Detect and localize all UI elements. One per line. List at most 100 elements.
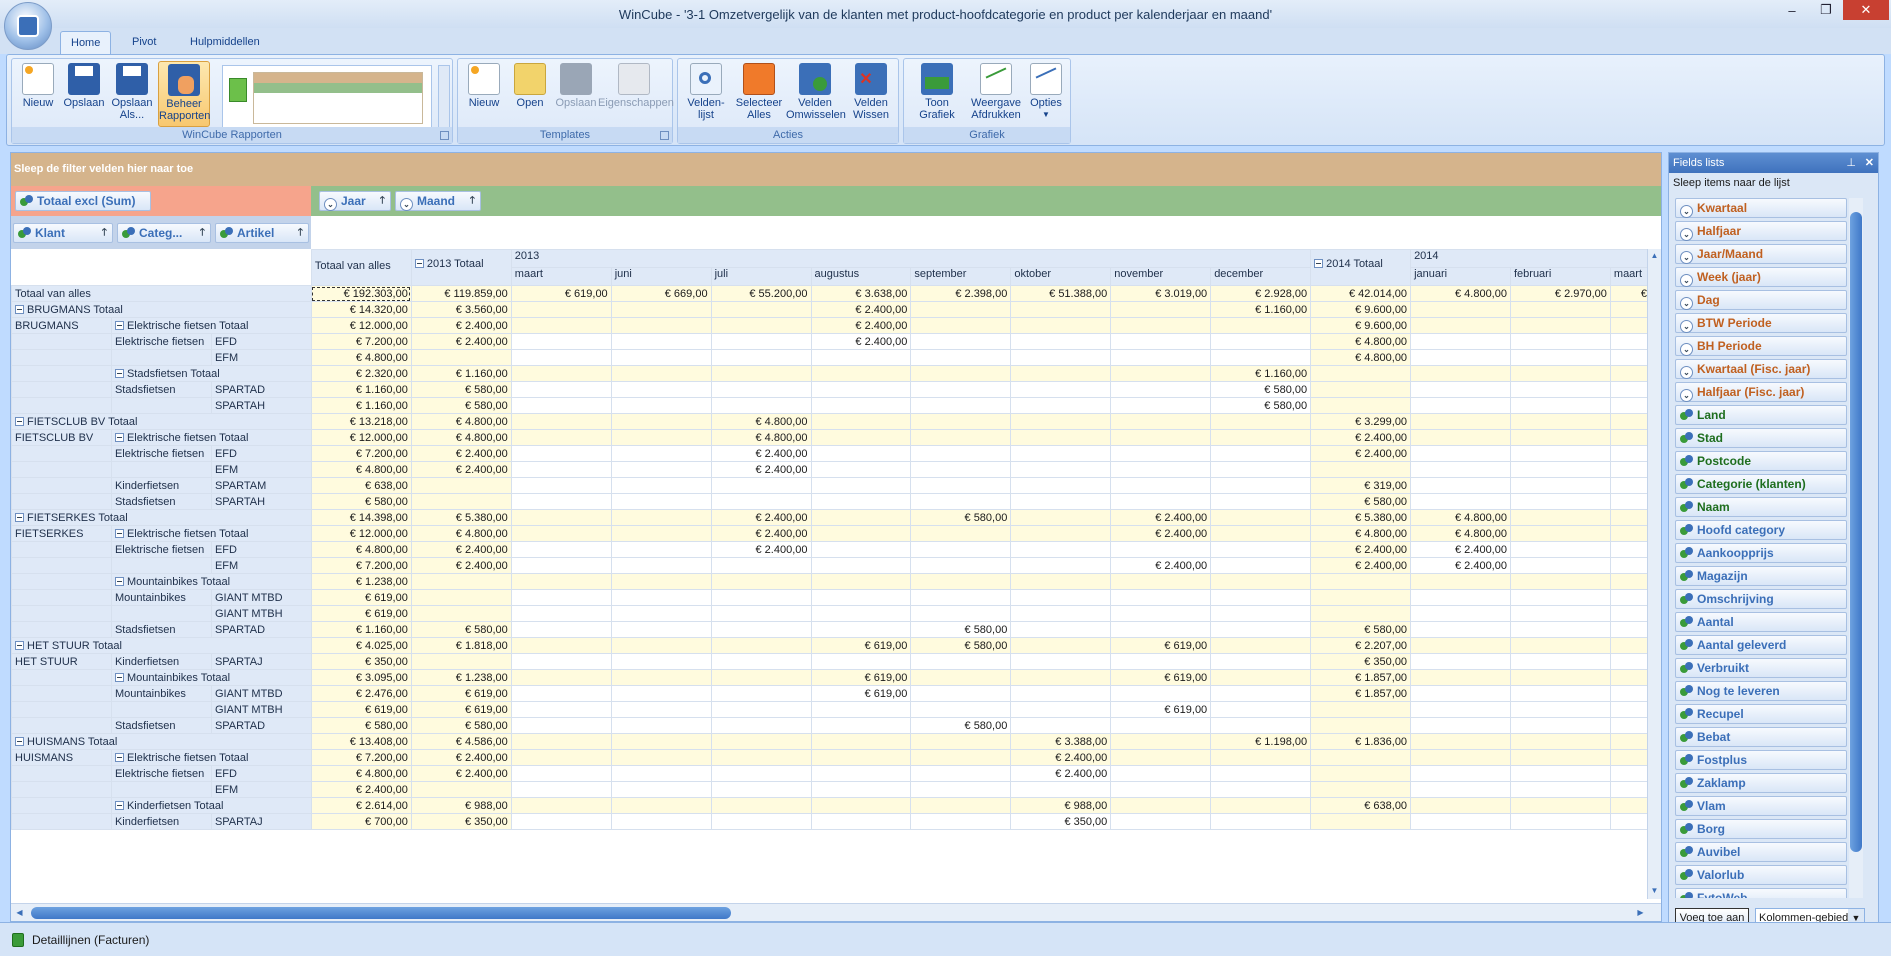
value-cell[interactable] bbox=[1210, 813, 1312, 830]
year-2014-total-header[interactable]: 2014 Totaal bbox=[1310, 249, 1412, 286]
value-cell[interactable] bbox=[1010, 333, 1112, 350]
value-cell[interactable] bbox=[1410, 429, 1511, 446]
value-cell[interactable]: € 1.238,00 bbox=[310, 573, 412, 590]
field-item[interactable]: Valorlub bbox=[1675, 865, 1847, 885]
value-cell[interactable] bbox=[410, 589, 512, 606]
value-cell[interactable] bbox=[510, 781, 612, 798]
value-cell[interactable]: € 2.398,00 bbox=[910, 285, 1012, 302]
value-cell[interactable] bbox=[1509, 653, 1611, 670]
value-cell[interactable]: € 619,00 bbox=[310, 605, 412, 622]
value-cell[interactable] bbox=[510, 685, 612, 702]
value-cell[interactable] bbox=[1609, 813, 1651, 830]
value-cell[interactable] bbox=[710, 813, 812, 830]
value-cell[interactable] bbox=[1509, 509, 1611, 526]
value-cell[interactable] bbox=[1010, 717, 1112, 734]
value-cell[interactable] bbox=[710, 493, 812, 510]
value-cell[interactable]: € 13.408,00 bbox=[310, 733, 412, 750]
value-cell[interactable]: € 7.200,00 bbox=[310, 749, 412, 766]
value-cell[interactable]: € 319,00 bbox=[1310, 477, 1412, 494]
value-cell[interactable]: € 42.014,00 bbox=[1310, 285, 1412, 302]
grid-vertical-scrollbar[interactable]: ▲ ▼ bbox=[1647, 249, 1661, 899]
value-cell[interactable] bbox=[510, 637, 612, 654]
value-cell[interactable]: € 1.836,00 bbox=[1310, 733, 1412, 750]
value-cell[interactable]: € 2.400,00 bbox=[710, 509, 812, 526]
template-opslaan-button[interactable]: Opslaan bbox=[552, 61, 600, 127]
field-item[interactable]: Vlam bbox=[1675, 796, 1847, 816]
field-item[interactable]: Aantal bbox=[1675, 612, 1847, 632]
value-cell[interactable] bbox=[910, 397, 1012, 414]
value-cell[interactable]: € 4.800,00 bbox=[410, 429, 512, 446]
value-cell[interactable] bbox=[1010, 781, 1112, 798]
value-cell[interactable]: € 2.400,00 bbox=[810, 301, 912, 318]
value-cell[interactable] bbox=[510, 477, 612, 494]
value-cell[interactable]: € 1.160,00 bbox=[1210, 301, 1312, 318]
value-cell[interactable] bbox=[1010, 557, 1112, 574]
value-cell[interactable] bbox=[1609, 397, 1651, 414]
value-cell[interactable]: € 2.400,00 bbox=[1410, 557, 1511, 574]
value-cell[interactable] bbox=[710, 589, 812, 606]
value-cell[interactable] bbox=[510, 317, 612, 334]
value-cell[interactable] bbox=[510, 509, 612, 526]
row-header-customer-total[interactable]: FIETSCLUB BV Totaal bbox=[11, 413, 312, 430]
value-cell[interactable] bbox=[610, 349, 712, 366]
value-cell[interactable] bbox=[510, 429, 612, 446]
value-cell[interactable] bbox=[1210, 477, 1312, 494]
velden-wissen-button[interactable]: ✕ Velden Wissen bbox=[846, 61, 896, 127]
column-field-zone[interactable]: ⌄ Jaar 🡑 ⌄ Maand 🡑 bbox=[311, 186, 1661, 216]
value-cell[interactable] bbox=[1310, 605, 1412, 622]
value-cell[interactable] bbox=[1310, 461, 1412, 478]
value-cell[interactable]: € 2.400,00 bbox=[1410, 541, 1511, 558]
value-cell[interactable]: € 580,00 bbox=[410, 397, 512, 414]
value-cell[interactable] bbox=[1609, 413, 1651, 430]
value-cell[interactable] bbox=[1509, 413, 1611, 430]
value-cell[interactable]: € 2.476,00 bbox=[310, 685, 412, 702]
value-cell[interactable] bbox=[1210, 605, 1312, 622]
value-cell[interactable] bbox=[710, 781, 812, 798]
value-cell[interactable]: € 2.614,00 bbox=[310, 797, 412, 814]
value-cell[interactable]: € 350,00 bbox=[310, 653, 412, 670]
value-cell[interactable] bbox=[1210, 717, 1312, 734]
value-cell[interactable] bbox=[1410, 685, 1511, 702]
value-cell[interactable] bbox=[1010, 685, 1112, 702]
value-cell[interactable] bbox=[710, 605, 812, 622]
value-cell[interactable] bbox=[1509, 621, 1611, 638]
value-cell[interactable] bbox=[610, 797, 712, 814]
value-cell[interactable] bbox=[1010, 301, 1112, 318]
value-cell[interactable] bbox=[1010, 317, 1112, 334]
weergave-afdrukken-button[interactable]: Weergave Afdrukken bbox=[970, 61, 1022, 127]
value-cell[interactable] bbox=[710, 717, 812, 734]
value-cell[interactable] bbox=[1509, 429, 1611, 446]
value-cell[interactable] bbox=[910, 445, 1012, 462]
value-cell[interactable] bbox=[710, 301, 812, 318]
value-cell[interactable] bbox=[810, 557, 912, 574]
value-cell[interactable]: € 2.400,00 bbox=[310, 781, 412, 798]
value-cell[interactable] bbox=[1110, 589, 1212, 606]
value-cell[interactable] bbox=[1010, 605, 1112, 622]
opslaan-button[interactable]: Opslaan bbox=[60, 61, 108, 127]
value-cell[interactable]: € 4.800,00 bbox=[310, 765, 412, 782]
value-cell[interactable]: € 638,00 bbox=[310, 477, 412, 494]
value-cell[interactable]: € 1.238,00 bbox=[410, 669, 512, 686]
value-cell[interactable] bbox=[810, 413, 912, 430]
value-cell[interactable]: € 1.160,00 bbox=[310, 621, 412, 638]
value-cell[interactable] bbox=[610, 813, 712, 830]
value-cell[interactable]: € 2.400,00 bbox=[410, 557, 512, 574]
value-cell[interactable] bbox=[710, 333, 812, 350]
value-cell[interactable] bbox=[1609, 445, 1651, 462]
row-field-categorie[interactable]: Categ... 🡑 bbox=[117, 223, 211, 243]
value-cell[interactable] bbox=[1210, 797, 1312, 814]
value-cell[interactable]: € 2.400,00 bbox=[810, 333, 912, 350]
value-cell[interactable]: € 619,00 bbox=[810, 669, 912, 686]
value-cell[interactable] bbox=[610, 701, 712, 718]
value-cell[interactable] bbox=[510, 605, 612, 622]
value-cell[interactable] bbox=[610, 749, 712, 766]
value-cell[interactable] bbox=[1010, 653, 1112, 670]
value-cell[interactable]: € 619,00 bbox=[1110, 701, 1212, 718]
value-cell[interactable] bbox=[1509, 685, 1611, 702]
value-cell[interactable]: € 1.857,00 bbox=[1310, 685, 1412, 702]
fields-scrollbar[interactable] bbox=[1849, 198, 1863, 898]
row-header-customer-total[interactable]: HET STUUR Totaal bbox=[11, 637, 312, 654]
value-cell[interactable]: € 2.400,00 bbox=[410, 765, 512, 782]
collapse-icon[interactable] bbox=[414, 259, 424, 268]
value-cell[interactable] bbox=[510, 717, 612, 734]
